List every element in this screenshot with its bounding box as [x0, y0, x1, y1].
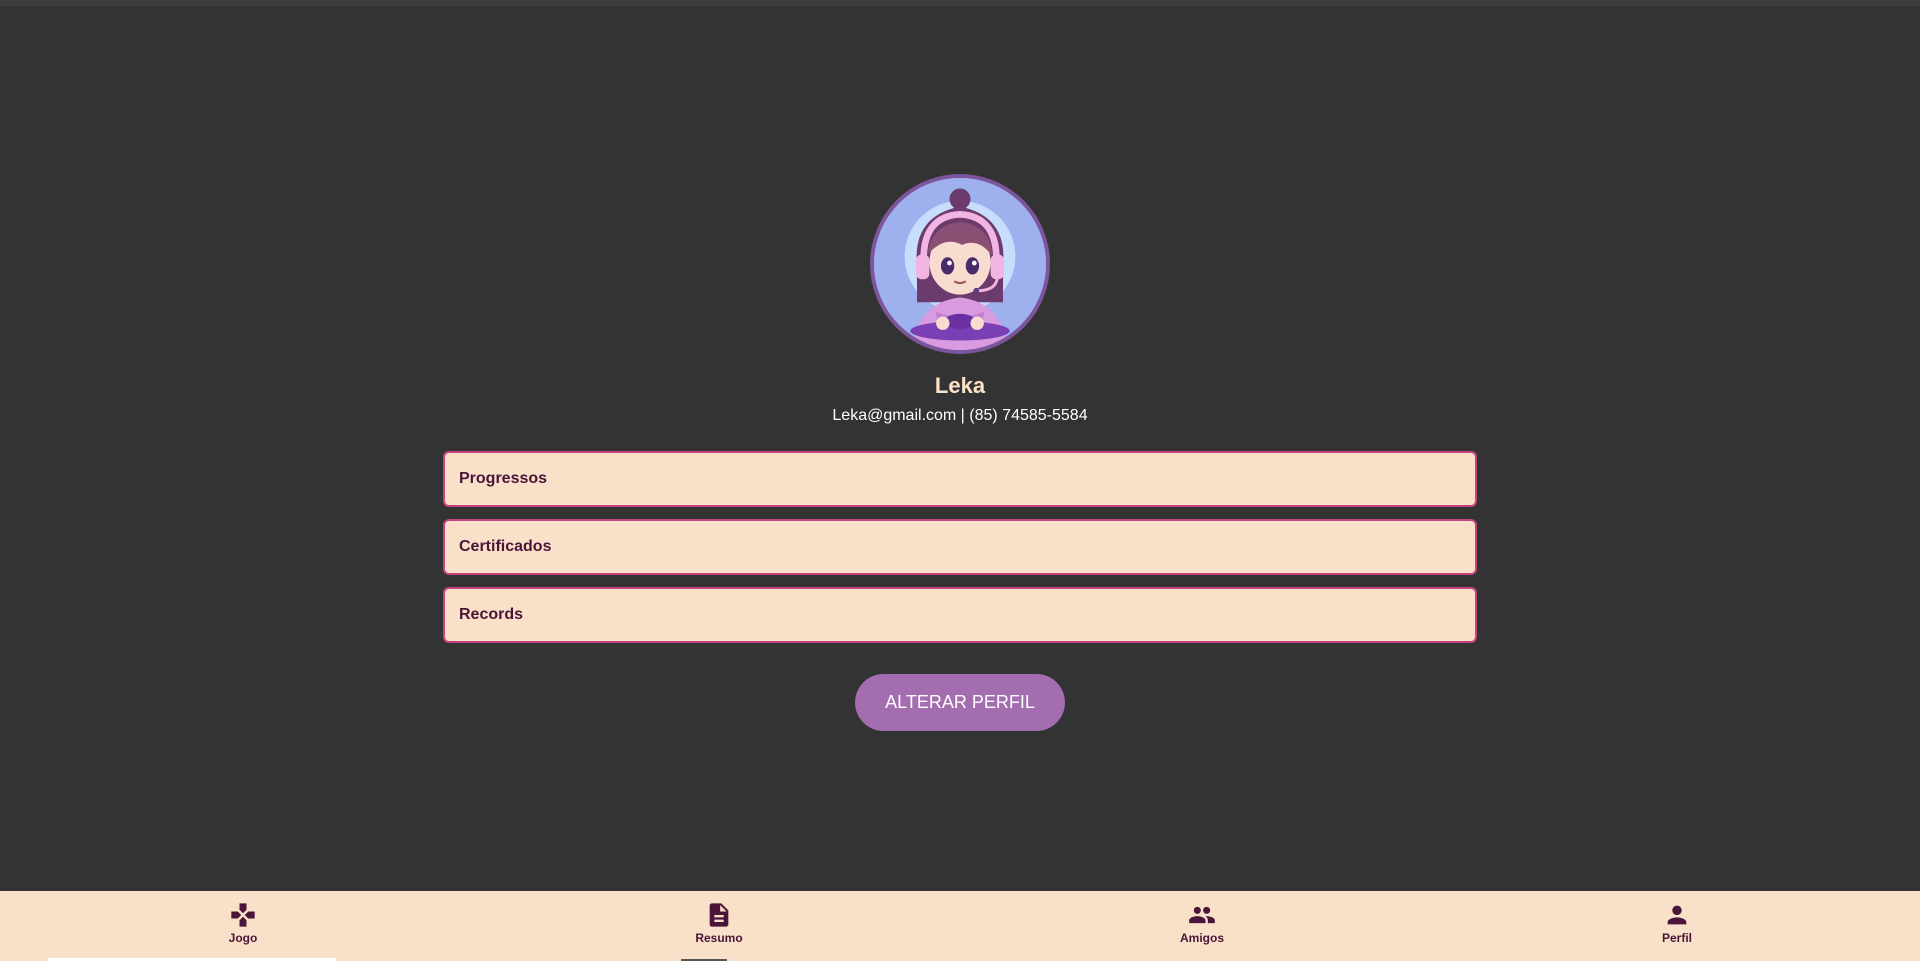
user-name: Leka: [934, 373, 986, 398]
user-contact: Leka@gmail.com | (85) 74585-5584: [832, 407, 1088, 424]
nav-label: Perfil: [1661, 931, 1692, 945]
document-icon: [709, 903, 729, 927]
bottom-navigation: Jogo Resumo Amigos Perfil: [0, 891, 1920, 961]
menu-item-label: Records: [459, 606, 524, 623]
top-edge: [0, 0, 1920, 6]
menu-item-label: Certificados: [459, 538, 552, 555]
nav-item-amigos[interactable]: Amigos: [1122, 891, 1282, 955]
edit-profile-button[interactable]: ALTERAR PERFIL: [855, 674, 1065, 731]
avatar: [870, 174, 1050, 354]
menu-item-label: Progressos: [459, 470, 548, 487]
menu-item-certificados[interactable]: Certificados: [443, 519, 1477, 575]
menu-item-records[interactable]: Records: [443, 587, 1477, 643]
avatar-illustration: [874, 178, 1046, 350]
nav-item-perfil[interactable]: Perfil: [1597, 891, 1757, 955]
nav-label: Resumo: [695, 931, 743, 945]
nav-item-jogo[interactable]: Jogo: [163, 891, 323, 955]
person-icon: [1667, 905, 1687, 925]
nav-label: Amigos: [1179, 931, 1224, 945]
group-icon: [1189, 906, 1215, 924]
nav-label: Jogo: [228, 931, 258, 945]
menu-item-progressos[interactable]: Progressos: [443, 451, 1477, 507]
gamepad-icon: [231, 903, 255, 927]
nav-item-resumo[interactable]: Resumo: [639, 891, 799, 955]
